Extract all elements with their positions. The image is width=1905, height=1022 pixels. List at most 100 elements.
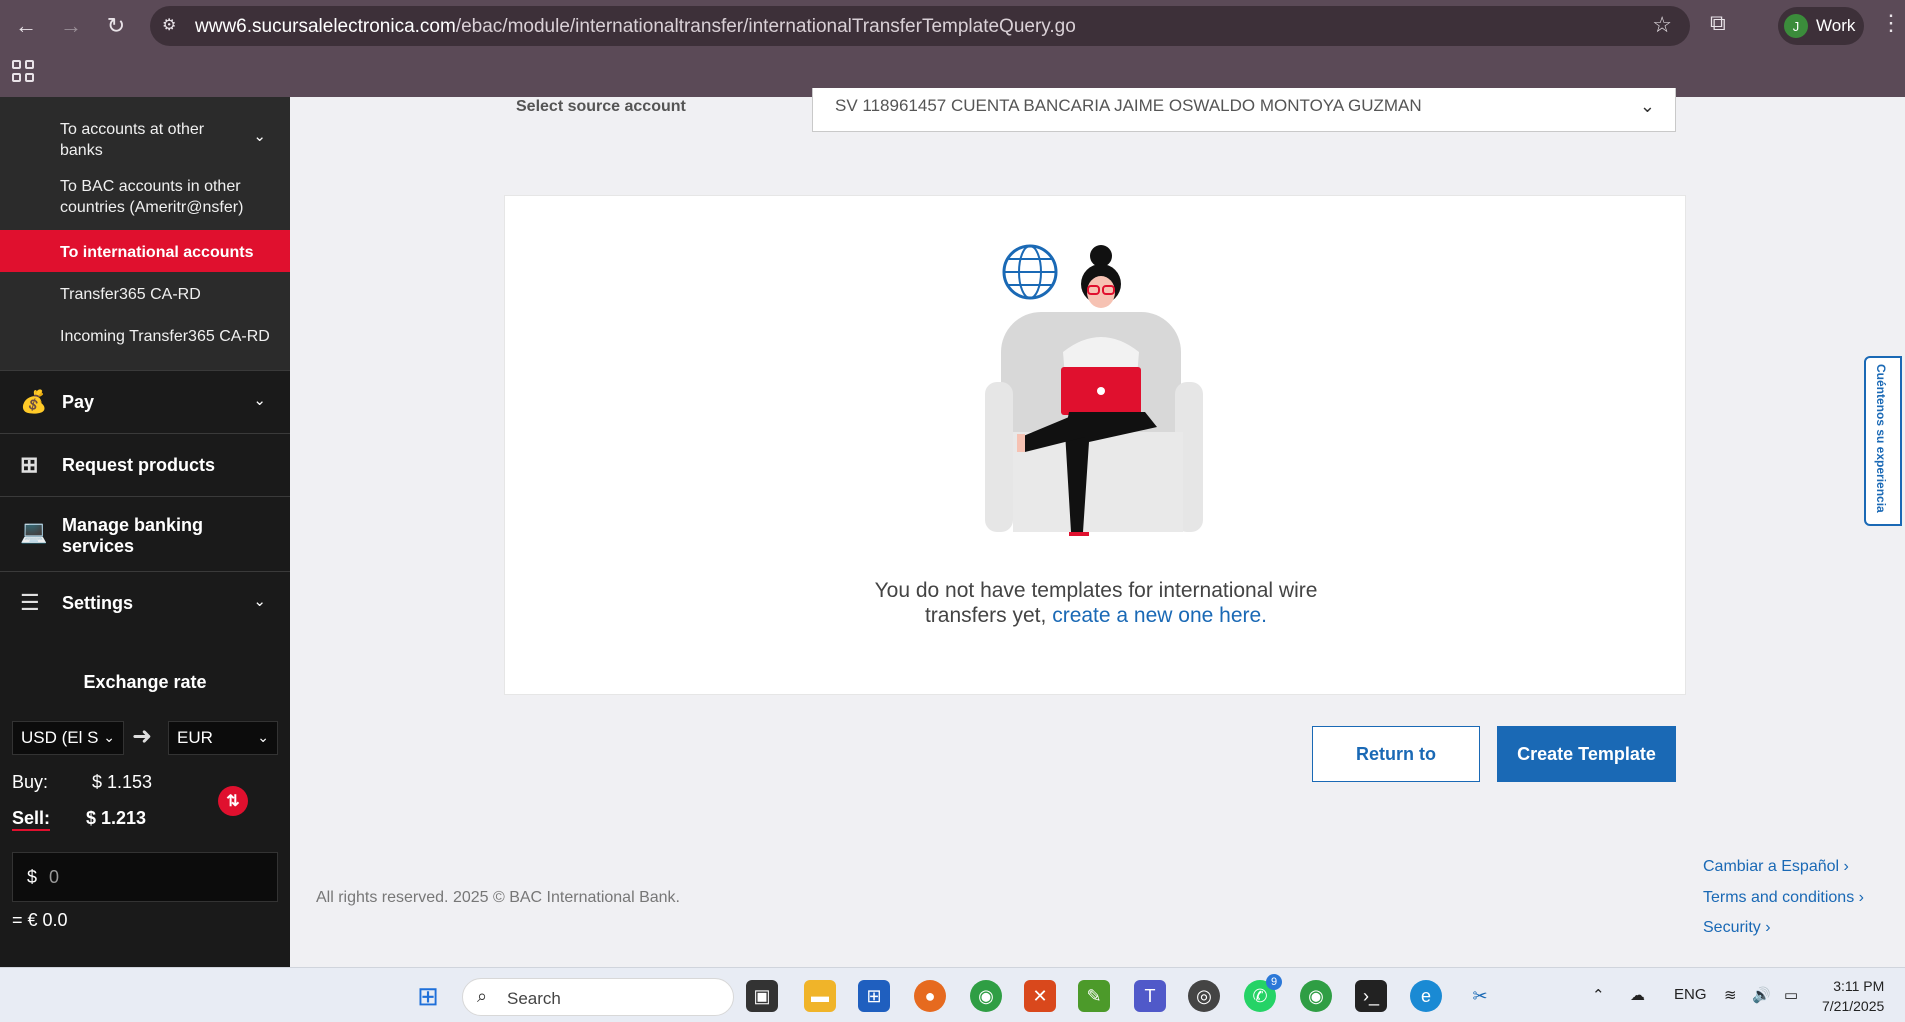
extensions-icon[interactable]: ⧉ — [1710, 10, 1726, 36]
chrome-profile-icon[interactable]: ◉ — [1300, 980, 1332, 1012]
copyright-text: All rights reserved. 2025 © BAC Internat… — [316, 889, 680, 906]
language-link[interactable]: Cambiar a Español › — [1703, 858, 1849, 876]
sidebar-item-label: Manage banking services — [62, 515, 204, 556]
taskbar-search[interactable]: ⌕ Search — [462, 978, 734, 1016]
plus-icon: ⊞ — [20, 452, 39, 477]
apps-grid-icon[interactable] — [12, 60, 34, 82]
to-currency-value: EUR — [177, 728, 213, 747]
empty-message-line2: transfers yet, — [924, 604, 1047, 627]
transfer-submenu: To accounts at other banks ⌄ To BAC acco… — [0, 97, 290, 370]
profile-button[interactable]: J Work — [1778, 7, 1864, 45]
edge-icon[interactable]: e — [1410, 980, 1442, 1012]
language-link-label: Cambiar a Español — [1703, 858, 1840, 875]
volume-icon[interactable]: 🔊 — [1752, 986, 1771, 1004]
create-template-button[interactable]: Create Template — [1497, 726, 1676, 782]
sidebar-item-label: Settings — [62, 593, 134, 613]
security-link-label: Security — [1703, 919, 1761, 936]
more-menu-icon[interactable]: ⋮ — [1880, 10, 1902, 36]
source-account-value: SV 118961457 CUENTA BANCARIA JAIME OSWAL… — [835, 96, 1422, 115]
clock[interactable]: 3:11 PM 7/21/2025 — [1822, 976, 1884, 1016]
language-indicator[interactable]: ENG — [1674, 986, 1707, 1003]
browser-toolbar: ← → ↻ ⚙ www6.sucursalelectronica.com/eba… — [0, 0, 1905, 97]
sidebar-item-international[interactable]: To international accounts — [60, 242, 254, 263]
exchange-rate-title: Exchange rate — [83, 672, 207, 692]
app-icon[interactable]: ✎ — [1078, 980, 1110, 1012]
empty-state-message: You do not have templates for internatio… — [505, 578, 1687, 628]
bookmark-star-icon[interactable]: ☆ — [1652, 12, 1672, 38]
site-info-icon[interactable]: ⚙ — [162, 15, 184, 37]
chevron-up-icon[interactable]: ⌃ — [1592, 986, 1605, 1004]
reload-icon[interactable]: ↻ — [100, 10, 132, 42]
chevron-down-icon: ⌄ — [103, 729, 115, 745]
feedback-tab[interactable]: Cuéntenos su experiencia — [1864, 356, 1902, 526]
create-new-link[interactable]: create a new one here. — [1052, 604, 1267, 627]
sidebar-item-settings[interactable]: ☰ Settings ⌄ — [0, 571, 290, 634]
terminal-icon[interactable]: ›_ — [1355, 980, 1387, 1012]
task-view-icon[interactable]: ▣ — [746, 980, 778, 1012]
amount-input[interactable]: $ 0 — [12, 852, 278, 902]
teams-icon[interactable]: T — [1134, 980, 1166, 1012]
source-account-label: Select source account — [516, 98, 686, 115]
woman-laptop-illustration — [985, 244, 1203, 536]
buy-label: Buy: — [12, 772, 49, 792]
store-icon[interactable]: ⊞ — [858, 980, 890, 1012]
sidebar-item-manage-services[interactable]: 💻 Manage banking services — [0, 496, 290, 571]
money-bag-icon: 💰 — [20, 389, 48, 414]
whatsapp-icon[interactable]: ✆ 9 — [1244, 974, 1282, 1012]
url-text[interactable]: www6.sucursalelectronica.com/ebac/module… — [195, 16, 1076, 38]
firefox-icon[interactable]: ● — [914, 980, 946, 1012]
conversion-result: = € 0.0 — [12, 910, 68, 930]
amount-value: 0 — [49, 867, 60, 887]
security-link[interactable]: Security › — [1703, 919, 1771, 937]
notification-badge: 9 — [1266, 974, 1282, 990]
to-currency-select[interactable]: EUR ⌄ — [168, 721, 278, 755]
clock-date: 7/21/2025 — [1822, 998, 1885, 1014]
return-button[interactable]: Return to — [1312, 726, 1480, 782]
sidebar-item-incoming-transfer365[interactable]: Incoming Transfer365 CA-RD — [60, 326, 270, 347]
battery-icon[interactable]: ▭ — [1784, 986, 1798, 1004]
sidebar-item-other-banks[interactable]: To accounts at other banks — [60, 119, 230, 161]
search-icon: ⌕ — [477, 986, 488, 1006]
chevron-down-icon: ⌄ — [1639, 96, 1655, 116]
sidebar-item-label: Request products — [62, 455, 216, 475]
sidebar-item-request-products[interactable]: ⊞ Request products — [0, 433, 290, 496]
chrome-icon[interactable]: ◉ — [970, 980, 1002, 1012]
sell-label: Sell: — [12, 808, 51, 831]
avatar: J — [1784, 14, 1808, 38]
chevron-down-icon[interactable]: ⌄ — [253, 127, 266, 145]
feedback-tab-label: Cuéntenos su experiencia — [1874, 364, 1888, 513]
templates-card: You do not have templates for internatio… — [504, 195, 1686, 695]
forward-icon[interactable]: → — [55, 10, 87, 42]
from-currency-select[interactable]: USD (El S ⌄ — [12, 721, 124, 755]
address-bar[interactable]: ⚙ www6.sucursalelectronica.com/ebac/modu… — [150, 6, 1690, 46]
terms-link[interactable]: Terms and conditions › — [1703, 889, 1864, 907]
source-account-select[interactable]: SV 118961457 CUENTA BANCARIA JAIME OSWAL… — [812, 88, 1676, 132]
buy-value: $ 1.153 — [92, 772, 153, 792]
terms-link-label: Terms and conditions — [1703, 889, 1855, 906]
sidebar-item-label: Pay — [62, 392, 95, 412]
wifi-icon[interactable]: ≋ — [1724, 986, 1737, 1004]
snipping-tool-icon[interactable]: ✂ — [1464, 980, 1496, 1012]
taskbar-search-label: Search — [507, 989, 561, 1008]
sidebar: To accounts at other banks ⌄ To BAC acco… — [0, 97, 290, 967]
currency-symbol: $ — [27, 867, 38, 887]
swap-icon[interactable]: ⇅ — [218, 786, 248, 816]
sidebar-item-pay[interactable]: 💰 Pay ⌄ — [0, 370, 290, 433]
app-icon[interactable]: ◎ — [1188, 980, 1220, 1012]
file-explorer-icon[interactable]: ▬ — [804, 980, 836, 1012]
app-icon[interactable]: ✕ — [1024, 980, 1056, 1012]
from-currency-value: USD (El S — [21, 728, 99, 747]
chevron-down-icon: ⌄ — [257, 729, 269, 745]
sliders-icon: ☰ — [20, 590, 40, 615]
sidebar-item-ameritransfer[interactable]: To BAC accounts in other countries (Amer… — [60, 176, 260, 218]
taskbar: ⊞ ⌕ Search ▣ ▬ ⊞ ● ◉ ✕ ✎ T ◎ ✆ 9 ◉ ›_ e ✂… — [0, 967, 1905, 1022]
sidebar-item-transfer365[interactable]: Transfer365 CA-RD — [60, 284, 201, 305]
chevron-down-icon: ⌄ — [253, 593, 266, 610]
laptop-icon: 💻 — [20, 519, 48, 544]
arrow-right-icon: ➜ — [132, 723, 153, 750]
cloud-icon[interactable]: ☁ — [1630, 986, 1645, 1004]
clock-time: 3:11 PM — [1833, 978, 1885, 994]
windows-start-icon[interactable]: ⊞ — [412, 980, 444, 1012]
back-icon[interactable]: ← — [10, 10, 42, 42]
profile-label: Work — [1816, 16, 1856, 35]
